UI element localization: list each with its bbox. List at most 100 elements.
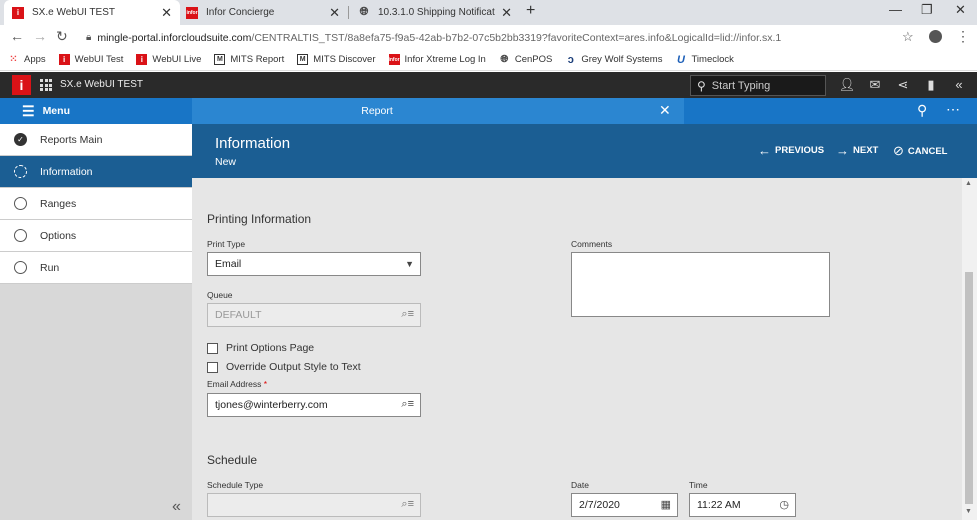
share-icon[interactable]: ⋖ [894,77,912,93]
page-subtitle: New [215,156,237,168]
calendar-icon[interactable]: ▦ [661,498,671,511]
url-field[interactable]: 🔒︎ mingle-portal.inforcloudsuite.com/CEN… [78,28,920,47]
close-tab-icon[interactable]: ✕ [161,5,172,21]
print-type-select[interactable]: Email ▼ [207,252,421,276]
clock-icon[interactable]: ◷ [779,498,789,511]
comments-label: Comments [571,239,613,249]
time-field[interactable]: 11:22 AM ◷ [689,493,796,517]
next-button[interactable]: → NEXT [836,143,878,158]
menu-button[interactable]: ☰ Menu [0,98,192,124]
bookmark-infor-xtreme[interactable]: infor Infor Xtreme Log In [388,54,486,65]
profile-avatar-icon[interactable] [929,30,942,43]
search-placeholder: Start Typing [711,79,771,92]
next-label: NEXT [853,145,879,156]
apps-grid-icon: ⁙ [9,54,18,65]
bookmark-apps[interactable]: ⁙ Apps [8,54,45,65]
global-search-input[interactable]: ⚲ Start Typing [690,75,826,96]
close-tab-icon[interactable]: ✕ [329,5,340,21]
bookmark-mits-report[interactable]: M MITS Report [214,54,284,65]
back-arrow-icon[interactable]: ← [10,28,24,44]
override-output-checkbox[interactable]: Override Output Style to Text [207,361,361,373]
browser-tab-sxe[interactable]: i SX.e WebUI TEST ✕ [4,0,180,25]
user-icon[interactable]: 👤︎ [838,77,856,93]
information-form: Printing Information Print Type Email ▼ … [192,178,962,520]
date-field[interactable]: 2/7/2020 ▦ [571,493,678,517]
close-tab-icon[interactable]: ✕ [501,5,512,21]
queue-label: Queue [207,290,233,300]
bookmark-label: WebUI Test [74,54,124,65]
previous-button[interactable]: ← PREVIOUS [758,143,824,158]
bookmark-star-icon[interactable]: ☆ [902,29,914,45]
lookup-icon: ⌕≡ [401,308,414,320]
comments-textarea[interactable] [571,252,830,317]
browser-tab-concierge[interactable]: infor Infor Concierge ✕ [178,0,348,25]
queue-field: DEFAULT ⌕≡ [207,303,421,327]
grey-wolf-icon: ↄ [567,53,574,66]
close-report-icon[interactable]: ✕ [659,102,671,119]
bookmark-grey-wolf[interactable]: ↄ Grey Wolf Systems [565,53,663,66]
report-tab[interactable]: Report ✕ [192,98,684,124]
globe-icon: 🌐︎ [359,6,369,18]
bookmark-icon[interactable]: ▮ [922,77,940,93]
url-host: mingle-portal.inforcloudsuite.com [97,31,252,44]
module-toolbar: ☰ Menu Report ✕ ⚲ ⋯ [0,98,977,124]
scroll-thumb[interactable] [965,272,973,504]
email-label-text: Email Address [207,379,262,389]
print-options-page-checkbox[interactable]: Print Options Page [207,342,314,354]
address-bar: ← → ↻ 🔒︎ mingle-portal.inforcloudsuite.c… [0,25,977,49]
collapse-panel-icon[interactable]: « [172,498,181,516]
browser-tab-shipping[interactable]: 🌐︎ 10.3.1.0 Shipping Notification.bo ✕ [350,0,520,25]
bookmark-webui-live[interactable]: i WebUI Live [136,54,201,65]
menu-label: Menu [42,105,70,117]
step-list: ✓ Reports Main Information Ranges Option… [0,124,192,284]
hamburger-icon: ☰ [22,102,35,119]
scroll-down-icon[interactable]: ▼ [965,508,972,515]
step-options[interactable]: Options [0,220,192,252]
cancel-button[interactable]: ⊘ CANCEL [893,143,948,159]
step-run[interactable]: Run [0,252,192,284]
bookmark-webui-test[interactable]: i WebUI Test [58,54,124,65]
search-icon[interactable]: ⚲ [917,102,927,119]
cancel-label: CANCEL [907,145,948,157]
bookmark-cenpos[interactable]: 🌐︎ CenPOS [499,54,552,65]
scroll-up-icon[interactable]: ▲ [965,180,972,187]
queue-value: DEFAULT [215,309,262,321]
report-tab-label: Report [361,105,393,117]
window-close-icon[interactable]: ✕ [955,2,966,18]
checkbox-box [207,342,218,354]
step-information[interactable]: Information [0,156,192,188]
email-address-field[interactable]: tjones@winterberry.com ⌕≡ [207,393,421,417]
mits-icon: M [214,54,226,65]
app-switcher-icon[interactable] [40,79,52,91]
arrow-right-icon: → [836,143,849,158]
new-tab-icon[interactable]: + [526,2,535,20]
bookmark-mits-discover[interactable]: M MITS Discover [297,54,376,65]
circle-icon [14,261,27,274]
lookup-icon: ⌕≡ [401,498,414,510]
bookmark-timeclock[interactable]: U Timeclock [675,54,734,66]
infor-icon: infor [388,54,400,65]
step-ranges[interactable]: Ranges [0,188,192,220]
lookup-icon[interactable]: ⌕≡ [401,398,414,411]
url-text: mingle-portal.inforcloudsuite.com/CENTRA… [97,32,781,44]
infor-logo-icon[interactable]: i [12,75,31,95]
bookmark-label: MITS Report [230,54,285,65]
restore-icon[interactable]: ❐ [921,2,933,18]
collapse-header-icon[interactable]: « [950,77,968,93]
tab-title: Infor Concierge [206,7,275,18]
app-title: SX.e WebUI TEST [60,79,143,90]
browser-menu-icon[interactable]: ⋮ [956,28,970,45]
time-label: Time [689,480,708,490]
forward-arrow-icon[interactable]: → [33,28,47,44]
schedule-type-field: ⌕≡ [207,493,421,517]
form-scrollbar[interactable]: ▲ ▼ [962,178,977,520]
step-reports-main[interactable]: ✓ Reports Main [0,124,192,156]
content-header: Information New ← PREVIOUS → NEXT ⊘ CANC… [192,124,977,178]
circle-icon [14,197,27,210]
more-options-icon[interactable]: ⋯ [946,101,960,118]
app-header-actions: 👤︎ ✉ ⋖ ▮ « [838,77,977,93]
minimize-icon[interactable]: — [889,2,902,17]
reload-icon[interactable]: ↻ [56,28,68,45]
date-value: 2/7/2020 [579,499,620,511]
mail-icon[interactable]: ✉ [866,77,884,93]
